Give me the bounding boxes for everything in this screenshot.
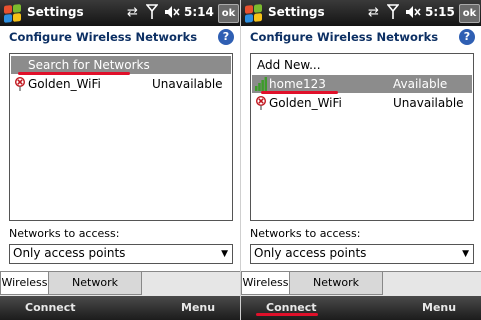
- list-item-add-new[interactable]: Add New...: [252, 56, 472, 74]
- ok-button[interactable]: ok: [459, 4, 480, 23]
- page-title: Configure Wireless Networks: [250, 30, 439, 44]
- help-icon[interactable]: ?: [459, 29, 475, 45]
- list-item-golden-wifi[interactable]: Golden_WiFi Unavailable: [252, 94, 472, 112]
- signal-bars-icon: [255, 77, 267, 91]
- highlight-underline: [261, 91, 338, 94]
- screen-left: Settings ⇄ 5:14 ok Configure Wireless Ne…: [0, 0, 240, 320]
- speaker-muted-icon[interactable]: [164, 4, 180, 26]
- unavailable-network-icon: [255, 95, 267, 110]
- app-title: Settings: [27, 5, 84, 19]
- page-header: Configure Wireless Networks ?: [241, 26, 481, 48]
- networks-to-access-label: Networks to access:: [250, 227, 361, 240]
- connectivity-arrows-icon[interactable]: ⇄: [127, 4, 138, 22]
- signal-antenna-icon[interactable]: [145, 4, 159, 26]
- signal-antenna-icon[interactable]: [386, 4, 400, 26]
- clock[interactable]: 5:14: [184, 5, 214, 19]
- select-value: Only access points: [254, 246, 367, 260]
- networks-to-access-label: Networks to access:: [9, 227, 120, 240]
- tab-wireless[interactable]: Wireless: [0, 272, 49, 295]
- tab-wireless[interactable]: Wireless: [241, 272, 290, 295]
- tab-bar: Wireless Network Adapters: [0, 271, 240, 311]
- tab-bar: Wireless Network Adapters: [241, 271, 481, 311]
- network-status: Unavailable: [152, 77, 223, 91]
- menu-softkey[interactable]: Menu: [422, 301, 456, 314]
- ok-button[interactable]: ok: [218, 4, 239, 23]
- page-header: Configure Wireless Networks ?: [0, 26, 240, 48]
- screen-right: Settings ⇄ 5:15 ok Configure Wireless Ne…: [241, 0, 481, 320]
- connect-softkey[interactable]: Connect: [25, 301, 76, 314]
- select-value: Only access points: [13, 246, 126, 260]
- help-icon[interactable]: ?: [218, 29, 234, 45]
- network-name: Golden_WiFi: [28, 77, 101, 91]
- softkey-bar: Connect Menu: [0, 296, 240, 320]
- connectivity-arrows-icon[interactable]: ⇄: [368, 4, 379, 22]
- network-name: Add New...: [257, 58, 321, 72]
- network-status: Unavailable: [393, 96, 464, 110]
- windows-start-icon[interactable]: [244, 3, 262, 23]
- tab-network-adapters[interactable]: Network Adapters: [289, 272, 383, 311]
- app-title: Settings: [268, 5, 325, 19]
- unavailable-network-icon: [14, 76, 26, 91]
- menu-softkey[interactable]: Menu: [181, 301, 215, 314]
- dropdown-arrow-icon[interactable]: ▼: [221, 249, 228, 259]
- list-item-golden-wifi[interactable]: Golden_WiFi Unavailable: [11, 75, 231, 93]
- dropdown-arrow-icon[interactable]: ▼: [462, 249, 469, 259]
- status-bar: Settings ⇄ 5:15 ok: [241, 0, 481, 26]
- networks-to-access-select[interactable]: Only access points ▼: [250, 244, 474, 264]
- network-status: Available: [393, 77, 448, 91]
- networks-to-access-select[interactable]: Only access points ▼: [9, 244, 233, 264]
- network-list[interactable]: Search for Networks Golden_WiFi Unavaila…: [9, 53, 233, 221]
- windows-start-icon[interactable]: [3, 3, 21, 23]
- network-list[interactable]: Add New... home123 Available Golden_WiFi…: [250, 53, 474, 221]
- highlight-underline: [256, 313, 318, 316]
- speaker-muted-icon[interactable]: [405, 4, 421, 26]
- network-name: Golden_WiFi: [269, 96, 342, 110]
- highlight-underline: [18, 72, 130, 75]
- tab-network-adapters[interactable]: Network Adapters: [48, 272, 142, 311]
- clock[interactable]: 5:15: [425, 5, 455, 19]
- softkey-bar: Connect Menu: [241, 296, 481, 320]
- page-title: Configure Wireless Networks: [9, 30, 198, 44]
- status-bar: Settings ⇄ 5:14 ok: [0, 0, 240, 26]
